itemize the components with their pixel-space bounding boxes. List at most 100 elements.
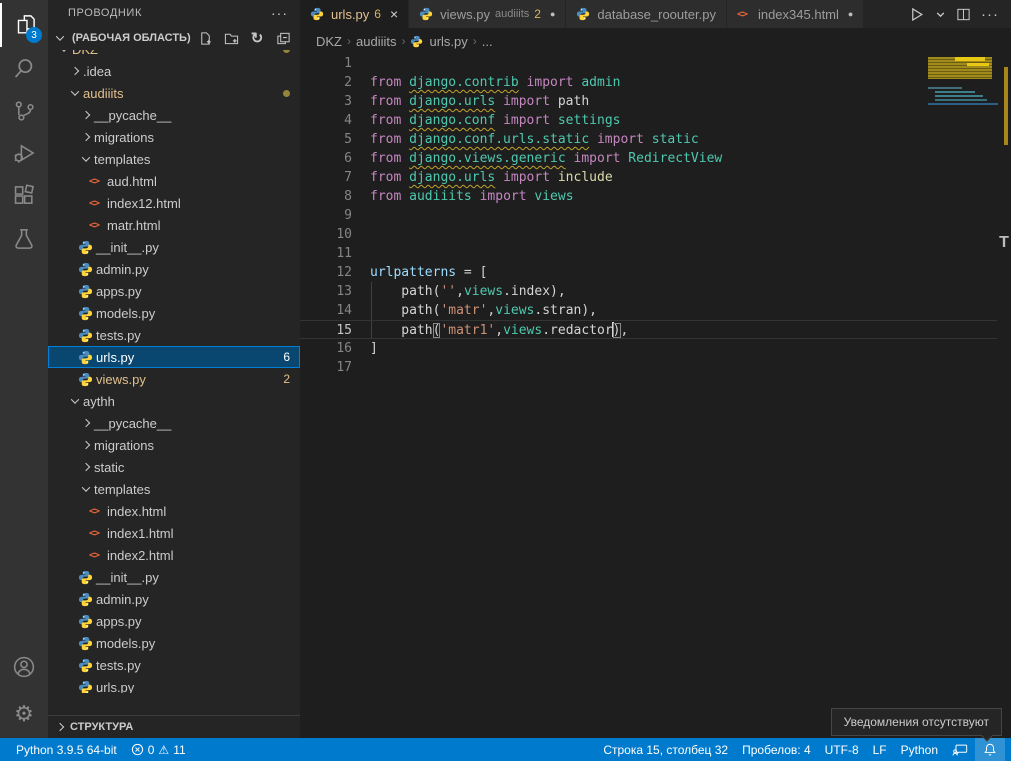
tree-item-aud-html[interactable]: <>aud.html: [48, 170, 300, 192]
code-line-10[interactable]: 10: [300, 225, 997, 244]
account-icon[interactable]: [0, 645, 48, 689]
breadcrumb-item[interactable]: audiiits: [356, 34, 396, 49]
tab-index345-html[interactable]: <>index345.html●: [727, 0, 863, 28]
tab-problems-badge: 2: [534, 7, 541, 21]
tree-item-migrations[interactable]: migrations: [48, 434, 300, 456]
collapse-all-icon[interactable]: [274, 29, 292, 47]
tree-item-admin-py[interactable]: admin.py: [48, 258, 300, 280]
tree-item-index2-html[interactable]: <>index2.html: [48, 544, 300, 566]
tab-problems-badge: 6: [374, 7, 381, 21]
tree-item-tests-py[interactable]: tests.py: [48, 324, 300, 346]
more-actions-button[interactable]: ···: [981, 6, 999, 23]
code-line-12[interactable]: 12urlpatterns = [: [300, 263, 997, 282]
code-line-13[interactable]: 13 path('',views.index),: [300, 282, 997, 301]
code-editor[interactable]: 12from django.contrib import admin3from …: [300, 54, 997, 377]
tree-item--pycache-[interactable]: __pycache__: [48, 104, 300, 126]
problems-status[interactable]: 0 ⚠ 11: [124, 738, 193, 761]
tree-item-templates[interactable]: templates: [48, 478, 300, 500]
search-icon[interactable]: [0, 46, 48, 90]
tree-item-migrations[interactable]: migrations: [48, 126, 300, 148]
code-line-17[interactable]: 17: [300, 358, 997, 377]
workspace-section-header[interactable]: (РАБОЧАЯ ОБЛАСТЬ) ... ↻: [48, 26, 300, 50]
line-number: 5: [300, 130, 352, 149]
tree-item-admin-py[interactable]: admin.py: [48, 588, 300, 610]
tree-item-label: tests.py: [96, 328, 141, 343]
tree-item-apps-py[interactable]: apps.py: [48, 610, 300, 632]
close-icon[interactable]: ×: [390, 6, 398, 22]
new-folder-icon[interactable]: [222, 29, 240, 47]
minimap-highlight: [955, 57, 985, 61]
tree-item-urls-py[interactable]: urls.py6: [48, 346, 300, 368]
code-line-2[interactable]: 2from django.contrib import admin: [300, 73, 997, 92]
source-control-icon[interactable]: [0, 89, 48, 133]
code-line-5[interactable]: 5from django.conf.urls.static import sta…: [300, 130, 997, 149]
feedback-icon[interactable]: [945, 738, 975, 761]
tree-item-dkz[interactable]: DKZ: [48, 50, 300, 60]
testing-icon[interactable]: [0, 217, 48, 261]
line-number: 10: [300, 225, 352, 244]
tree-item-templates[interactable]: templates: [48, 148, 300, 170]
code-line-11[interactable]: 11: [300, 244, 997, 263]
code-line-7[interactable]: 7from django.urls import include: [300, 168, 997, 187]
overview-ruler-warning-marker[interactable]: [1004, 67, 1008, 145]
run-dropdown-chevron-icon[interactable]: [935, 9, 946, 20]
cursor-position-status[interactable]: Строка 15, столбец 32: [596, 738, 735, 761]
breadcrumb[interactable]: DKZ›audiiits› urls.py›...: [300, 28, 1011, 54]
tree-item-views-py[interactable]: views.py2: [48, 368, 300, 390]
tree-item--init-py[interactable]: __init__.py: [48, 236, 300, 258]
tree-item-audiiits[interactable]: audiiits: [48, 82, 300, 104]
eol-status[interactable]: LF: [866, 738, 894, 761]
notifications-bell-icon[interactable]: [975, 738, 1005, 761]
code-line-8[interactable]: 8from audiiits import views: [300, 187, 997, 206]
tree-item--idea[interactable]: .idea: [48, 60, 300, 82]
outline-section-header[interactable]: СТРУКТУРА: [48, 715, 300, 737]
code-line-15[interactable]: 15 path('matr1',views.redactor),: [300, 320, 997, 339]
settings-gear-icon[interactable]: ⚙: [0, 692, 48, 736]
sidebar-more-actions[interactable]: ···: [271, 5, 288, 21]
split-editor-button[interactable]: [956, 7, 971, 22]
tree-item-urls-py[interactable]: urls.py: [48, 676, 300, 693]
tree-item--pycache-[interactable]: __pycache__: [48, 412, 300, 434]
code-line-3[interactable]: 3from django.urls import path: [300, 92, 997, 111]
tree-item-aythh[interactable]: aythh: [48, 390, 300, 412]
tree-item-index-html[interactable]: <>index.html: [48, 500, 300, 522]
tree-item-matr-html[interactable]: <>matr.html: [48, 214, 300, 236]
code-line-16[interactable]: 16]: [300, 339, 997, 358]
workspace-section-label: (РАБОЧАЯ ОБЛАСТЬ) ...: [72, 32, 192, 44]
minimap[interactable]: [925, 54, 997, 738]
python-file-icon: [78, 636, 93, 651]
new-file-icon[interactable]: [196, 29, 214, 47]
indentation-status[interactable]: Пробелов: 4: [735, 738, 818, 761]
run-button[interactable]: [908, 6, 925, 23]
explorer-icon[interactable]: 3: [0, 3, 48, 47]
tree-item-label: views.py: [96, 372, 146, 387]
refresh-icon[interactable]: ↻: [248, 29, 266, 47]
breadcrumb-item[interactable]: ...: [482, 34, 493, 49]
tree-item-static[interactable]: static: [48, 456, 300, 478]
tree-item-tests-py[interactable]: tests.py: [48, 654, 300, 676]
code-line-6[interactable]: 6from django.views.generic import Redire…: [300, 149, 997, 168]
chevron-right-icon: [78, 107, 94, 123]
python-interpreter-status[interactable]: Python 3.9.5 64-bit: [16, 738, 124, 761]
code-line-4[interactable]: 4from django.conf import settings: [300, 111, 997, 130]
code-line-9[interactable]: 9: [300, 206, 997, 225]
breadcrumb-item[interactable]: urls.py: [429, 34, 467, 49]
tab-views-py[interactable]: views.pyaudiiits2●: [409, 0, 565, 28]
tree-item-apps-py[interactable]: apps.py: [48, 280, 300, 302]
tab-urls-py[interactable]: urls.py6×: [300, 0, 408, 28]
tab-database-roouter-py[interactable]: database_roouter.py: [566, 0, 726, 28]
tree-item-models-py[interactable]: models.py: [48, 632, 300, 654]
tree-item-models-py[interactable]: models.py: [48, 302, 300, 324]
file-tree: DKZ.ideaaudiiits__pycache__migrationstem…: [48, 50, 300, 693]
encoding-status[interactable]: UTF-8: [818, 738, 866, 761]
tree-item--init-py[interactable]: __init__.py: [48, 566, 300, 588]
extensions-icon[interactable]: [0, 174, 48, 218]
run-and-debug-icon[interactable]: [0, 131, 48, 175]
tree-item-index12-html[interactable]: <>index12.html: [48, 192, 300, 214]
language-mode-status[interactable]: Python: [894, 738, 945, 761]
breadcrumb-item[interactable]: DKZ: [316, 34, 342, 49]
tree-item-index1-html[interactable]: <>index1.html: [48, 522, 300, 544]
code-line-14[interactable]: 14 path('matr',views.stran),: [300, 301, 997, 320]
modified-dot-icon: ●: [848, 9, 853, 19]
code-line-1[interactable]: 1: [300, 54, 997, 73]
